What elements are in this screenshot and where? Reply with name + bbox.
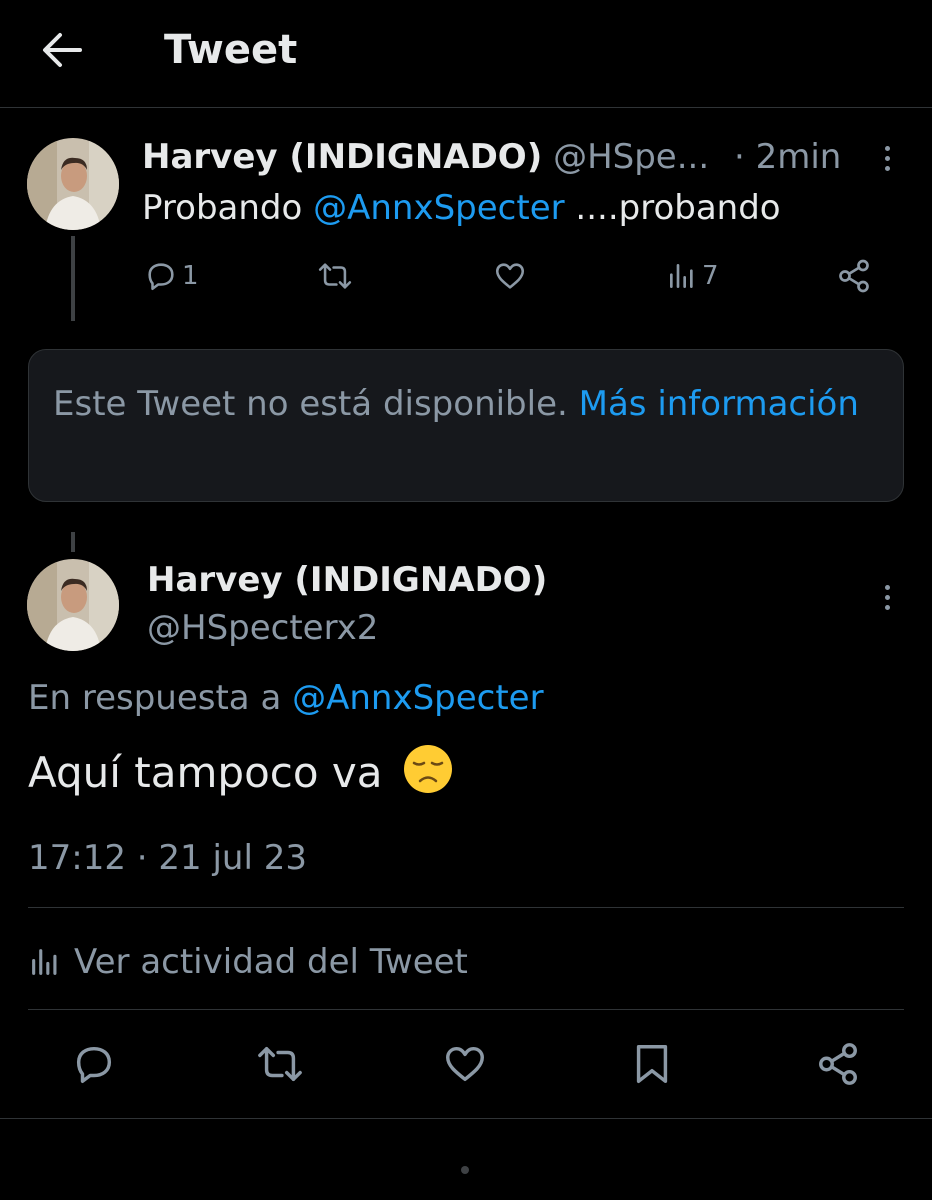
share-icon [839, 259, 869, 293]
tweet-action-bar [28, 1010, 904, 1118]
reply-button[interactable]: 1 [144, 250, 199, 302]
unavailable-tweet-notice: Este Tweet no está disponible. Más infor… [28, 349, 904, 502]
author-handle[interactable]: @HSpecterx2 [147, 603, 378, 653]
thread-line [71, 532, 75, 552]
more-button[interactable] [872, 138, 902, 178]
author-handle[interactable]: @HSpe... [553, 137, 709, 177]
retweet-icon [318, 263, 352, 289]
share-icon [819, 1043, 857, 1085]
page-title: Tweet [164, 27, 298, 73]
like-button[interactable] [492, 250, 528, 302]
mention-link[interactable]: @AnnxSpecter [313, 188, 564, 228]
tweet-time[interactable]: · 2min [734, 137, 841, 177]
reply-count: 1 [182, 261, 199, 291]
reply-icon [76, 1046, 112, 1083]
tweet-text: Aquí tampoco va [28, 742, 454, 804]
mention-link[interactable]: @AnnxSpecter [292, 678, 543, 718]
avatar-image [27, 559, 119, 651]
like-button[interactable] [439, 1038, 491, 1090]
views-icon [670, 264, 693, 288]
tweet-activity-label: Ver actividad del Tweet [74, 942, 468, 982]
more-info-link[interactable]: Más información [579, 384, 859, 424]
tweet-text-body: Aquí tampoco va [28, 748, 383, 797]
unavailable-text: Este Tweet no está disponible. [53, 384, 579, 424]
retweet-button[interactable] [254, 1038, 306, 1090]
author-name[interactable]: Harvey (INDIGNADO) [147, 555, 547, 605]
like-icon [446, 1046, 484, 1082]
views-icon [32, 949, 57, 975]
divider [28, 907, 904, 908]
reply-icon [148, 263, 174, 291]
tweet-activity-link[interactable]: Ver actividad del Tweet [28, 936, 468, 988]
views-count: 7 [702, 261, 719, 291]
retweet-button[interactable] [316, 250, 354, 302]
avatar-image [27, 138, 119, 230]
bookmark-button[interactable] [626, 1038, 678, 1090]
reply-button[interactable] [68, 1038, 120, 1090]
back-button[interactable] [40, 28, 84, 72]
share-button[interactable] [836, 250, 872, 302]
retweet-icon [258, 1046, 302, 1082]
reply-context: En respuesta a @AnnxSpecter [28, 673, 544, 723]
disappointed-face-emoji [403, 745, 452, 793]
thread-line [71, 236, 75, 321]
bookmark-icon [636, 1045, 668, 1083]
tweet-text-prefix: Probando [142, 188, 314, 228]
tweet-timestamp[interactable]: 17:12 · 21 jul 23 [28, 833, 307, 883]
like-icon [495, 263, 525, 289]
share-button[interactable] [812, 1038, 864, 1090]
views-button[interactable]: 7 [666, 250, 719, 302]
loading-dot [461, 1166, 469, 1174]
tweet-header: Harvey (INDIGNADO) @HSpe... · 2min [142, 132, 842, 182]
top-bar: Tweet [0, 0, 932, 108]
tweet-actions: 1 7 [140, 250, 880, 302]
divider [0, 1118, 932, 1119]
avatar[interactable] [27, 138, 119, 230]
tweet-text-suffix: ....probando [564, 188, 781, 228]
arrow-left-icon [43, 33, 82, 67]
avatar[interactable] [27, 559, 119, 651]
more-button[interactable] [872, 577, 902, 617]
reply-context-label: En respuesta a [28, 678, 293, 718]
tweet-text: Probando @AnnxSpecter ....probando [142, 183, 781, 233]
author-name[interactable]: Harvey (INDIGNADO) [142, 137, 542, 177]
